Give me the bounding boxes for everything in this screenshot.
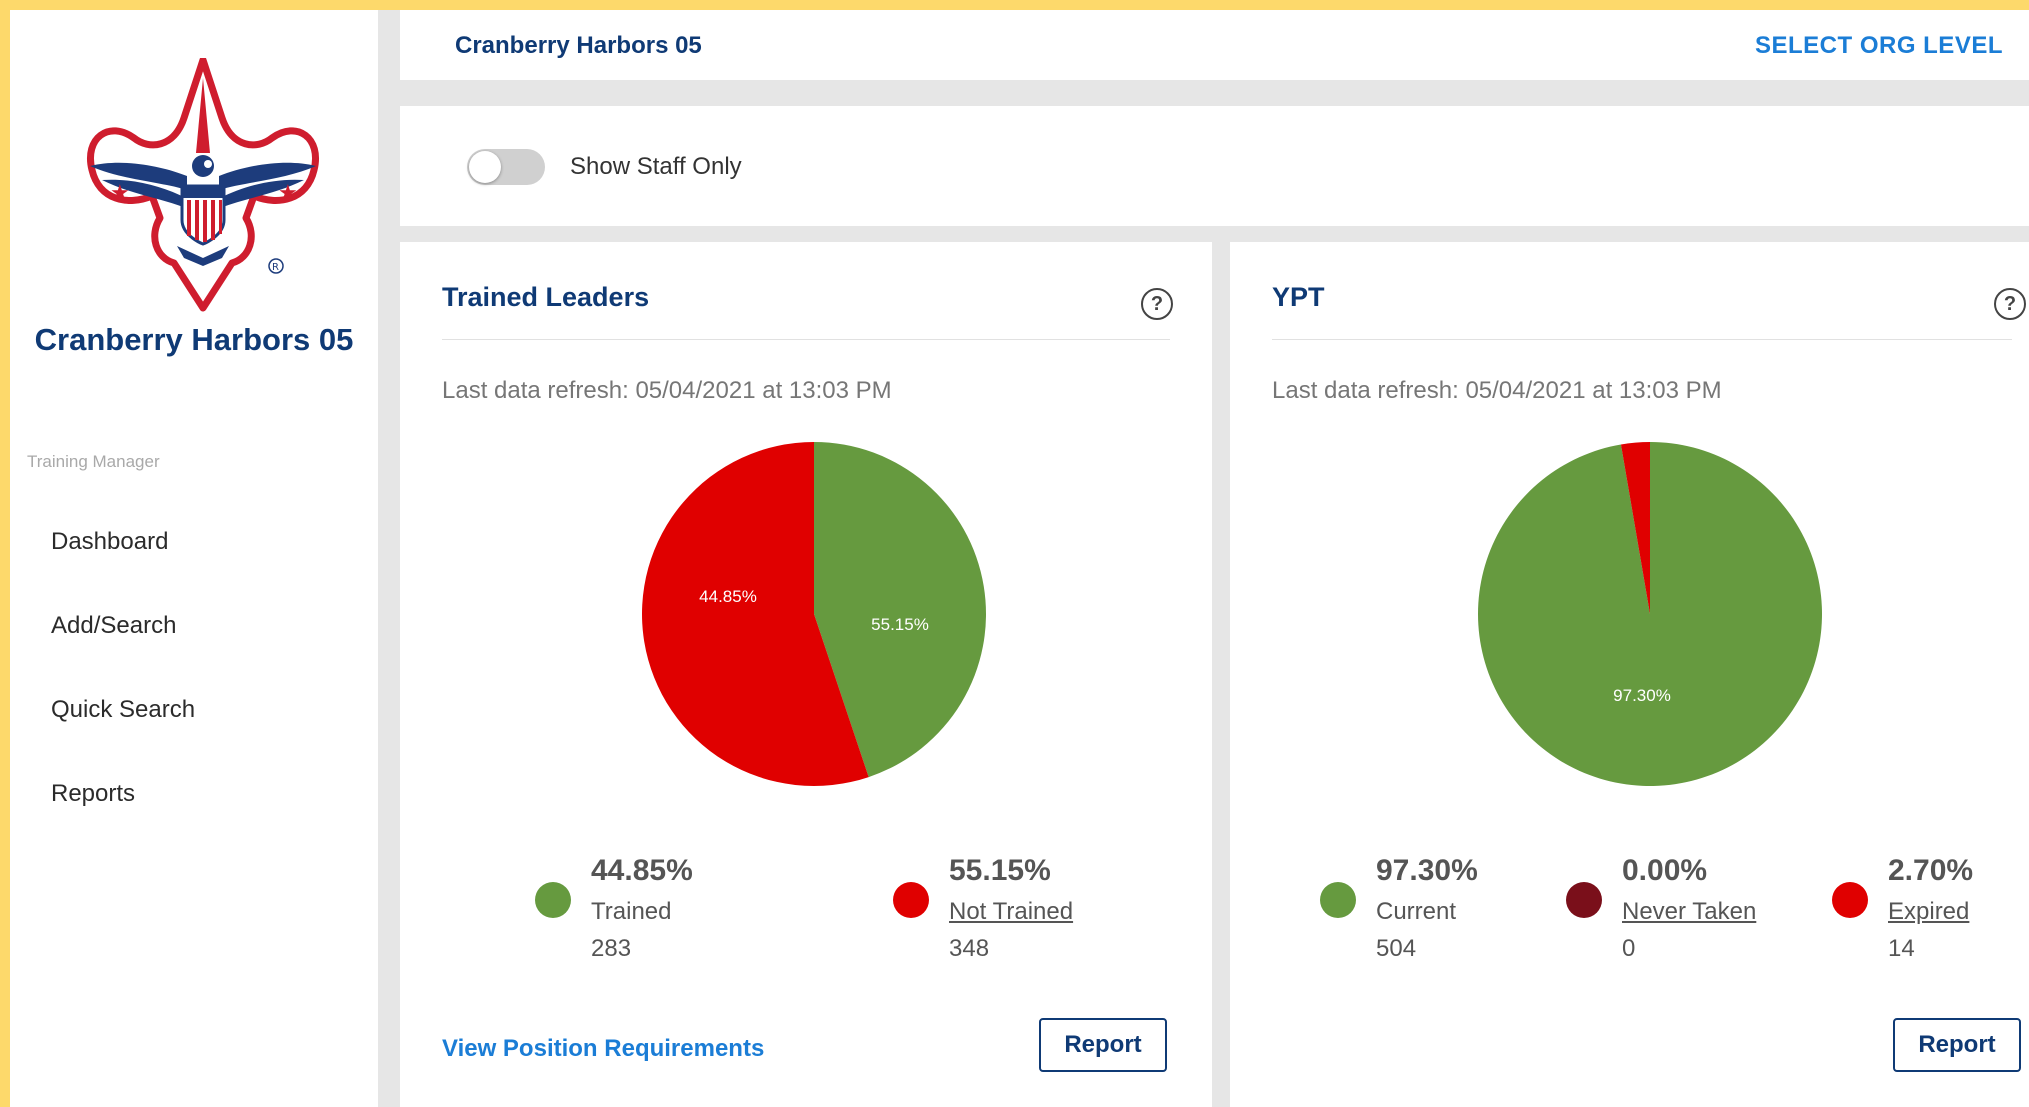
legend-dot-green <box>1320 882 1356 918</box>
section-label-training-manager: Training Manager <box>27 452 160 471</box>
report-button[interactable]: Report <box>1893 1018 2021 1072</box>
ypt-card: YPT ? Last data refresh: 05/04/2021 at 1… <box>1230 242 2029 1107</box>
divider <box>1272 339 2012 340</box>
app-window: ★ ★ R Cranberry Harbors 05 Training Mana… <box>10 10 2029 1107</box>
card-title: YPT <box>1272 282 1325 312</box>
ypt-pie-chart: 97.30% <box>1478 442 1822 786</box>
sidebar-item-quick-search[interactable]: Quick Search <box>10 668 378 752</box>
legend-label-link[interactable]: Never Taken <box>1622 898 1756 926</box>
legend-dot-red <box>1832 882 1868 918</box>
show-staff-only-toggle[interactable] <box>467 149 545 185</box>
legend-count: 504 <box>1376 935 1417 962</box>
legend-label: Current <box>1376 898 1457 925</box>
trained-leaders-card: Trained Leaders ? Last data refresh: 05/… <box>400 242 1212 1107</box>
legend-count: 348 <box>949 935 990 962</box>
help-icon[interactable]: ? <box>1994 288 2026 320</box>
view-position-requirements-link[interactable]: View Position Requirements <box>442 1035 764 1063</box>
page-title: Cranberry Harbors 05 <box>455 32 702 59</box>
legend-count: 283 <box>591 935 632 962</box>
legend-dot-green <box>535 882 571 918</box>
divider <box>442 339 1170 340</box>
report-button[interactable]: Report <box>1039 1018 1167 1072</box>
sidebar-item-add-search[interactable]: Add/Search <box>10 584 378 668</box>
trained-leaders-pie-chart: 44.85% 55.15% <box>642 442 986 786</box>
legend-dot-dark-red <box>1566 882 1602 918</box>
select-org-level-link[interactable]: SELECT ORG LEVEL <box>1755 32 2003 60</box>
trained-data-label-trained: 44.85% <box>699 587 757 606</box>
last-refresh-text: Last data refresh: 05/04/2021 at 13:03 P… <box>1272 377 1722 404</box>
legend-count: 0 <box>1622 935 1636 962</box>
legend-label-link[interactable]: Expired <box>1888 898 1969 926</box>
legend-label: Trained <box>591 898 672 925</box>
sidebar-item-dashboard[interactable]: Dashboard <box>10 500 378 584</box>
legend-count: 14 <box>1888 935 1915 962</box>
sidebar-item-reports[interactable]: Reports <box>10 752 378 836</box>
sidebar-org-name: Cranberry Harbors 05 <box>34 322 354 357</box>
last-refresh-text: Last data refresh: 05/04/2021 at 13:03 P… <box>442 377 892 404</box>
help-icon[interactable]: ? <box>1141 288 1173 320</box>
legend-pct: 2.70% <box>1888 854 1974 887</box>
sidebar-nav: Dashboard Add/Search Quick Search Report… <box>10 500 378 836</box>
top-bar: Cranberry Harbors 05 SELECT ORG LEVEL <box>400 10 2029 80</box>
svg-text:★: ★ <box>278 181 298 206</box>
bsa-logo: ★ ★ R <box>87 58 319 312</box>
trained-data-label-not-trained: 55.15% <box>871 615 929 634</box>
legend-label-link[interactable]: Not Trained <box>949 898 1073 926</box>
legend-pct: 0.00% <box>1622 854 1708 887</box>
card-title: Trained Leaders <box>442 282 650 312</box>
legend-dot-red <box>893 882 929 918</box>
legend-pct: 44.85% <box>591 854 693 887</box>
svg-text:R: R <box>272 262 279 273</box>
ypt-data-label-current: 97.30% <box>1613 686 1671 705</box>
legend-pct: 97.30% <box>1376 854 1478 887</box>
filter-bar: Show Staff Only <box>400 106 2029 226</box>
svg-text:★: ★ <box>110 181 130 206</box>
legend-pct: 55.15% <box>949 854 1051 887</box>
sidebar: ★ ★ R Cranberry Harbors 05 Training Mana… <box>10 10 378 1107</box>
show-staff-only-label: Show Staff Only <box>570 153 742 180</box>
toggle-knob <box>469 151 501 183</box>
